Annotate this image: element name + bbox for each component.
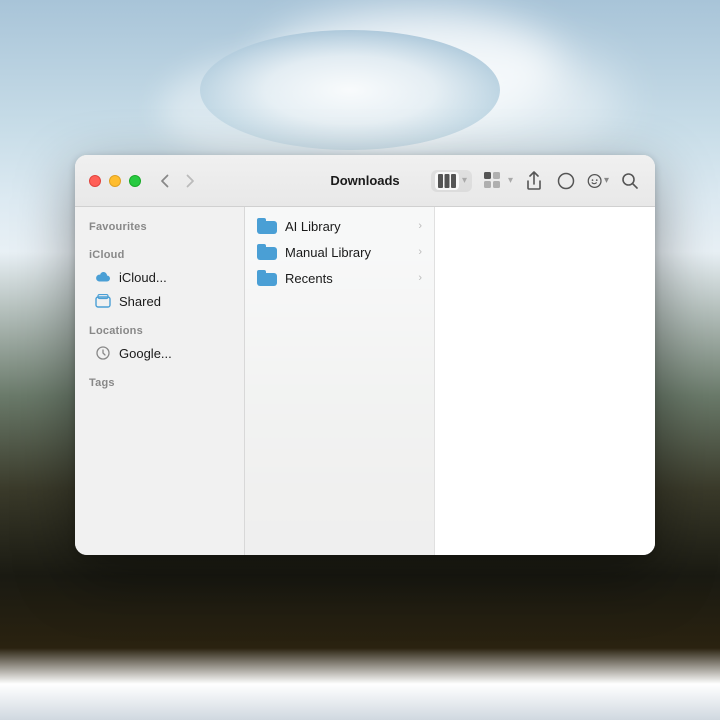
list-item[interactable]: AI Library ›: [245, 213, 434, 239]
sidebar-section-favourites: Favourites: [75, 217, 244, 237]
sidebar-section-icloud: iCloud iCloud...: [75, 245, 244, 313]
sidebar-section-locations: Locations Google...: [75, 321, 244, 365]
file-name: Recents: [285, 271, 410, 286]
icloud-section-label: iCloud: [75, 245, 244, 265]
icloud-icon: [95, 269, 111, 285]
window-title: Downloads: [330, 173, 399, 188]
favourites-label: Favourites: [75, 217, 244, 237]
icloud-drive-label: iCloud...: [119, 270, 167, 285]
sidebar-item-google[interactable]: Google...: [81, 341, 238, 365]
tags-label: Tags: [75, 373, 244, 393]
file-name: Manual Library: [285, 245, 410, 260]
action-button[interactable]: ▾: [587, 170, 609, 192]
search-button[interactable]: [619, 170, 641, 192]
chevron-right-icon: ›: [418, 272, 422, 284]
finder-window: Downloads ▾: [75, 155, 655, 555]
chevron-right-icon: ›: [418, 246, 422, 258]
folder-icon: [257, 244, 277, 260]
toolbar-icons: ▾ ▾: [431, 170, 641, 192]
grid-chevron-icon: ▾: [508, 175, 513, 186]
google-icon: [95, 345, 111, 361]
columns-view-button[interactable]: [435, 172, 459, 190]
nav-buttons: [153, 170, 201, 192]
sidebar-item-icloud[interactable]: iCloud...: [81, 265, 238, 289]
main-content: AI Library › Manual Library › Recents ›: [245, 207, 655, 555]
share-button[interactable]: [523, 170, 545, 192]
list-item[interactable]: Manual Library ›: [245, 239, 434, 265]
folder-icon: [257, 218, 277, 234]
list-item[interactable]: Recents ›: [245, 265, 434, 291]
detail-panel: [435, 207, 655, 555]
folder-icon: [257, 270, 277, 286]
forward-button[interactable]: [179, 170, 201, 192]
maximize-button[interactable]: [129, 175, 141, 187]
toolbar: Downloads ▾: [141, 170, 655, 192]
close-button[interactable]: [89, 175, 101, 187]
back-button[interactable]: [153, 170, 175, 192]
title-bar: Downloads ▾: [75, 155, 655, 207]
action-chevron-icon: ▾: [604, 175, 609, 186]
minimize-button[interactable]: [109, 175, 121, 187]
tag-button[interactable]: [555, 170, 577, 192]
chevron-right-icon: ›: [418, 220, 422, 232]
grid-view-button[interactable]: [482, 170, 504, 192]
locations-label: Locations: [75, 321, 244, 341]
view-chevron-icon: ▾: [461, 175, 468, 186]
google-label: Google...: [119, 346, 172, 361]
traffic-lights: [75, 175, 141, 187]
sidebar-section-tags: Tags: [75, 373, 244, 393]
shared-icon: [95, 293, 111, 309]
file-panel: AI Library › Manual Library › Recents ›: [245, 207, 435, 555]
sidebar-item-shared[interactable]: Shared: [81, 289, 238, 313]
shared-label: Shared: [119, 294, 161, 309]
file-name: AI Library: [285, 219, 410, 234]
finder-body: Favourites iCloud iCloud...: [75, 207, 655, 555]
view-toggle: ▾: [431, 170, 472, 192]
sidebar: Favourites iCloud iCloud...: [75, 207, 245, 555]
